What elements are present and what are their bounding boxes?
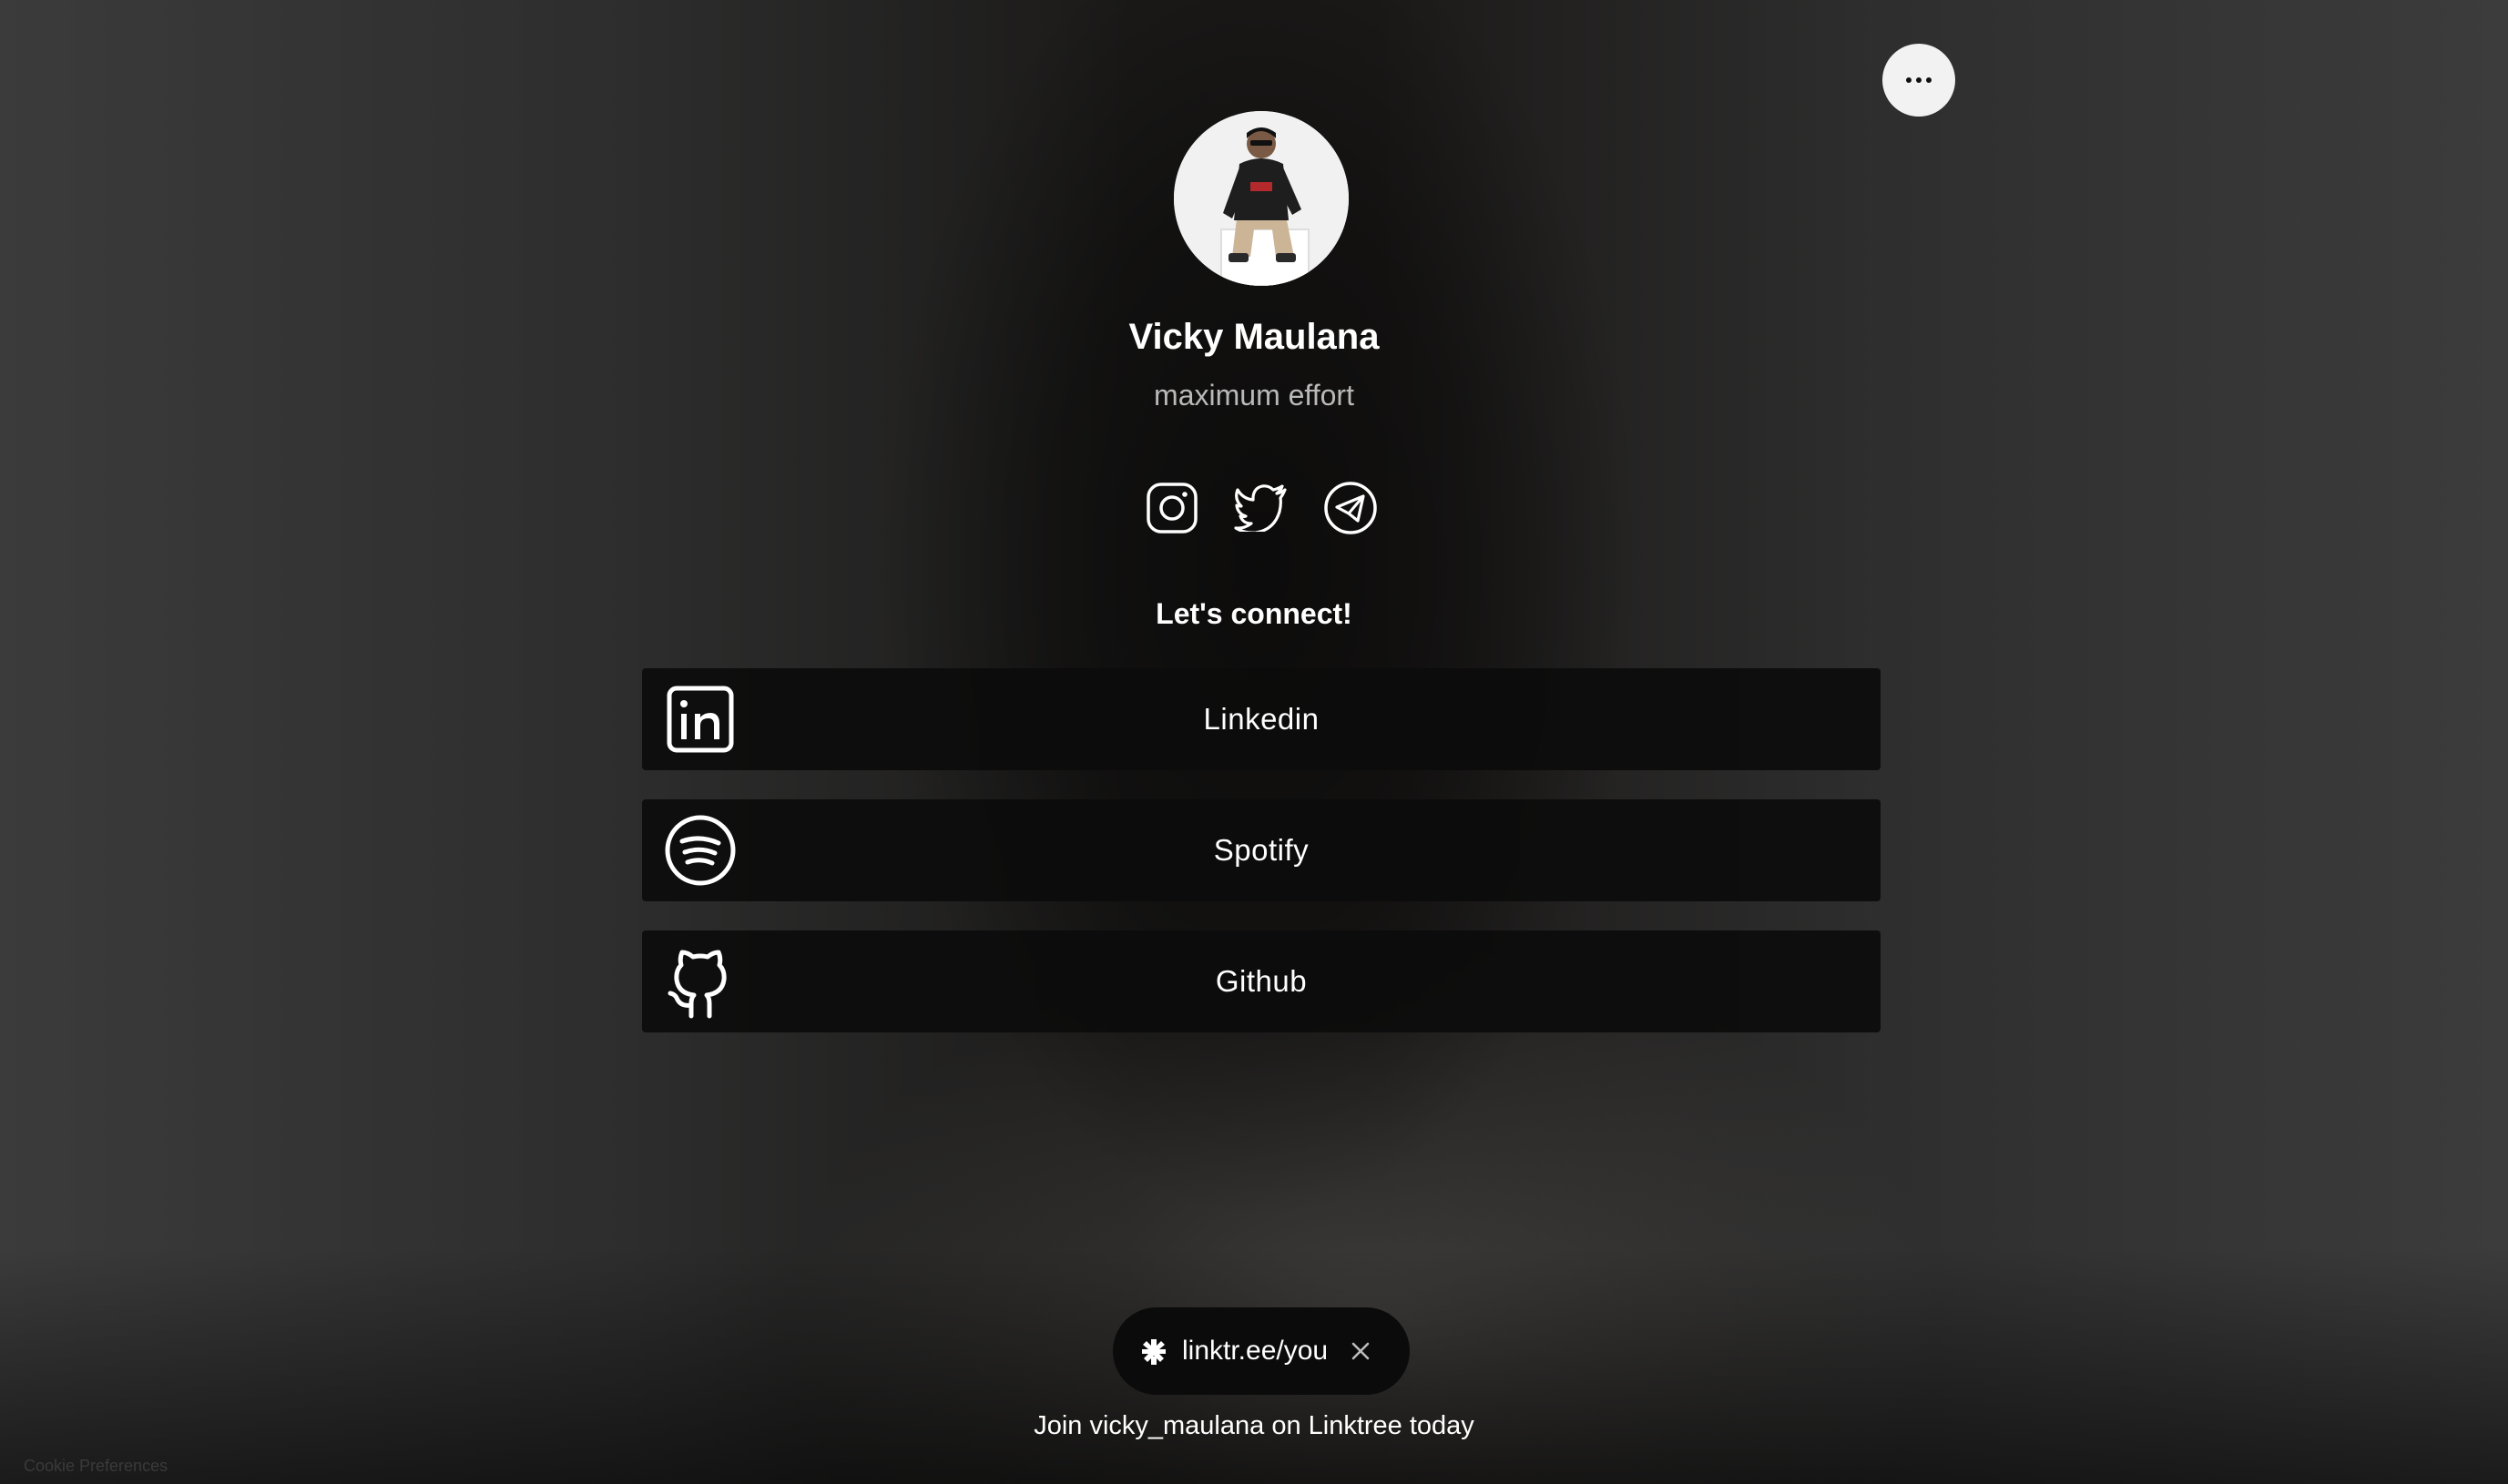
github-link-label: Github [1215, 964, 1308, 998]
linkedin-icon-wrap [664, 683, 737, 756]
twitter-link[interactable] [1232, 479, 1290, 537]
section-title: Let's connect! [1156, 597, 1352, 630]
promo-pill-text: linktr.ee/you [1182, 1336, 1329, 1366]
profile-bio: maximum effort [1154, 379, 1354, 412]
twitter-icon [1234, 484, 1287, 532]
profile-photo [1174, 111, 1349, 286]
cookie-preferences-link[interactable]: Cookie Preferences [24, 1457, 168, 1476]
github-icon [668, 950, 727, 1019]
join-linktree-text[interactable]: Join vicky_maulana on Linktree today [0, 1411, 2508, 1441]
linktree-promo-pill[interactable]: linktr.ee/you [1113, 1307, 1410, 1395]
telegram-icon [1324, 482, 1377, 534]
linkedin-link-label: Linkedin [1203, 702, 1320, 736]
github-icon-wrap [664, 945, 737, 1019]
instagram-link[interactable] [1143, 479, 1201, 537]
telegram-link[interactable] [1321, 479, 1380, 537]
linkedin-link-button[interactable]: Linkedin [642, 668, 1881, 770]
github-link-button[interactable]: Github [642, 930, 1881, 1032]
spotify-icon [665, 815, 736, 886]
close-promo-button[interactable] [1350, 1340, 1371, 1362]
instagram-icon [1147, 483, 1198, 534]
ellipsis-icon [1906, 77, 1932, 83]
linktree-page: Vicky Maulana maximum effort Let's conne… [0, 0, 2508, 1484]
social-icons [1143, 477, 1380, 539]
profile-name: Vicky Maulana [1128, 317, 1380, 357]
linktree-logo-icon [1140, 1337, 1167, 1365]
spotify-link-label: Spotify [1213, 833, 1310, 867]
spotify-link-button[interactable]: Spotify [642, 799, 1881, 901]
spotify-icon-wrap [664, 814, 737, 887]
avatar [1174, 111, 1349, 286]
linkedin-icon [667, 686, 734, 753]
more-options-button[interactable] [1882, 44, 1955, 117]
close-icon [1351, 1342, 1370, 1360]
